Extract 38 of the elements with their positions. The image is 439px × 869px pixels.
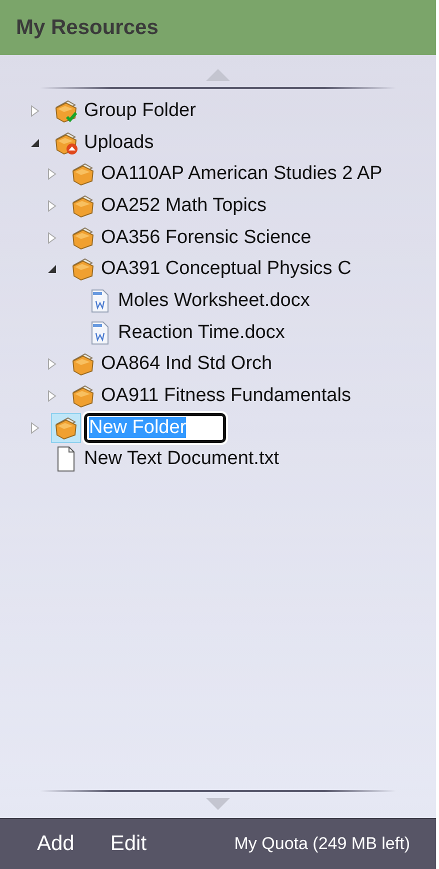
folder-icon	[71, 194, 95, 218]
tree-item[interactable]: Moles Worksheet.docx	[118, 290, 310, 312]
toolbar-button[interactable]: Edit	[110, 832, 147, 856]
folder-icon	[71, 352, 95, 376]
expand-icon[interactable]	[47, 232, 57, 244]
word-document-icon	[90, 288, 110, 313]
tree-item[interactable]: Reaction Time.docx	[118, 322, 285, 344]
folder-check-icon	[54, 98, 78, 123]
tree-item[interactable]: Uploads	[84, 132, 154, 154]
folder-icon	[71, 226, 95, 250]
scroll-down-icon[interactable]	[206, 798, 230, 810]
folder-icon	[71, 384, 95, 408]
tree-item[interactable]: OA911 Fitness Fundamentals	[101, 385, 351, 408]
collapse-icon[interactable]	[30, 136, 40, 149]
tree-item[interactable]: OA864 Ind Std Orch	[101, 353, 272, 376]
word-document-icon	[90, 320, 110, 345]
expand-icon[interactable]	[47, 390, 57, 402]
expand-icon[interactable]	[30, 104, 40, 117]
scroll-up-icon[interactable]	[206, 69, 230, 81]
expand-icon[interactable]	[47, 358, 57, 370]
tree-item[interactable]: New Text Document.txt	[84, 448, 280, 470]
folder-icon	[71, 162, 95, 186]
blank-document-icon	[56, 446, 76, 472]
tree-item[interactable]: OA252 Math Topics	[101, 194, 266, 217]
expand-icon[interactable]	[47, 168, 57, 180]
tree-item[interactable]: OA356 Forensic Science	[101, 226, 312, 249]
tree-item[interactable]: OA110AP American Studies 2 AP	[101, 163, 382, 186]
expand-icon[interactable]	[47, 200, 57, 212]
folder-upload-icon	[54, 130, 78, 155]
tree-item[interactable]: OA391 Conceptual Physics C	[101, 258, 352, 280]
panel-title: My Resources	[16, 16, 158, 40]
toolbar-button[interactable]: Add	[37, 832, 74, 856]
expand-icon[interactable]	[30, 422, 40, 434]
folder-icon	[54, 416, 78, 440]
collapse-icon[interactable]	[47, 263, 57, 276]
tree-item[interactable]: Group Folder	[84, 100, 196, 122]
folder-icon	[71, 257, 95, 282]
quota-label: My Quota (249 MB left)	[234, 834, 410, 854]
